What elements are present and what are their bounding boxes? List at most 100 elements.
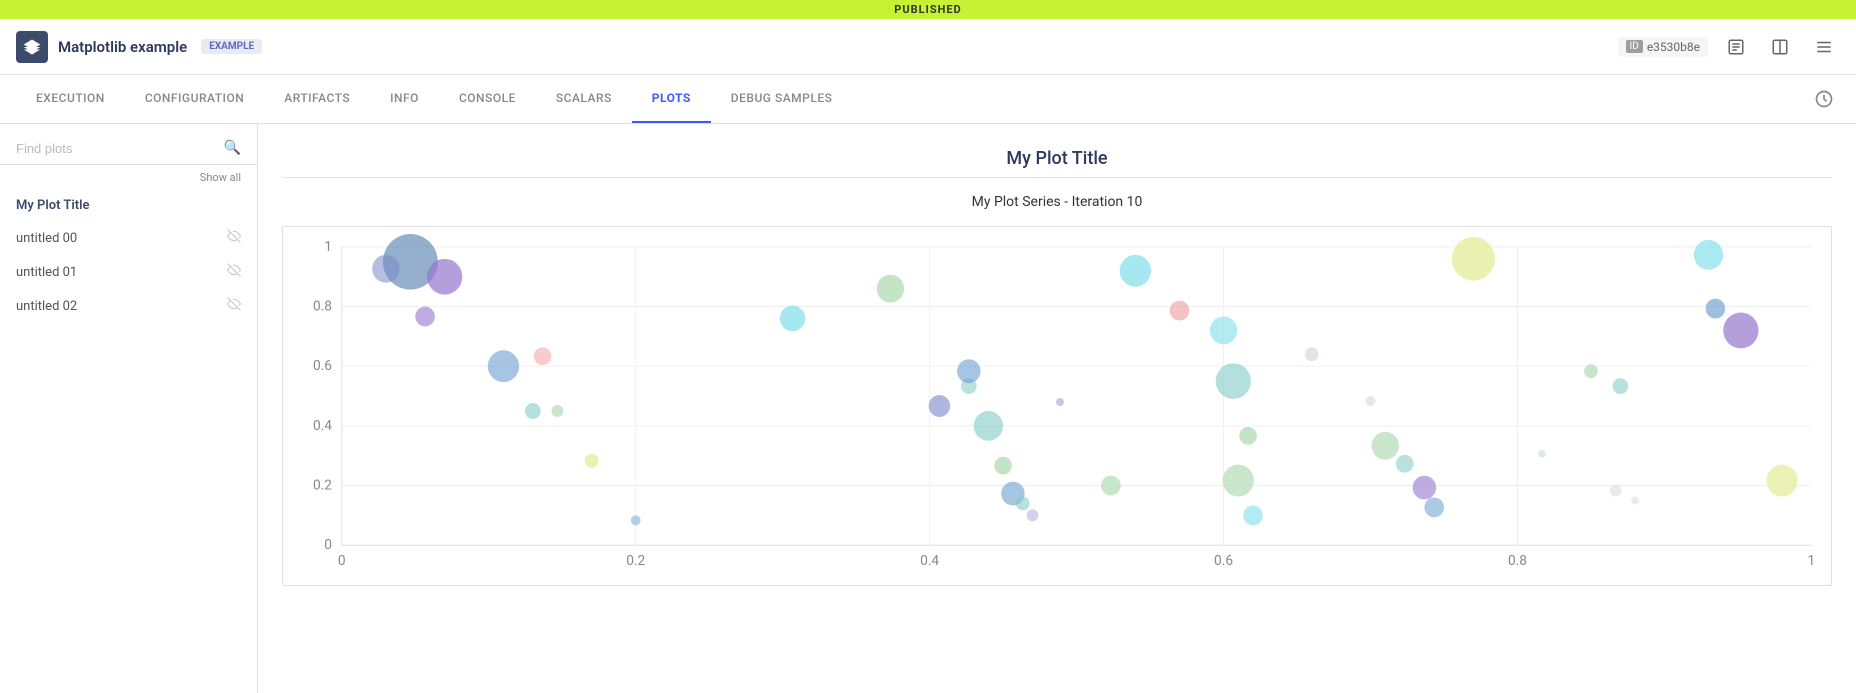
bubble (957, 359, 981, 383)
split-view-icon-button[interactable] (1764, 31, 1796, 63)
sidebar-section-title[interactable]: My Plot Title (0, 190, 257, 221)
bubble (1396, 455, 1414, 473)
tab-scalars[interactable]: SCALARS (536, 75, 632, 123)
bubble (929, 395, 951, 417)
bubble (488, 350, 519, 382)
search-input[interactable] (16, 141, 224, 156)
bubble (427, 259, 462, 295)
chart-grid: 1 0.8 0.6 0.4 0.2 0 0 0.2 0.4 0.6 0.8 1 (313, 239, 1815, 569)
header-right: ID e3530b8e (1618, 31, 1840, 63)
id-badge: ID e3530b8e (1618, 37, 1708, 57)
bubble (1366, 396, 1376, 406)
svg-text:1: 1 (1808, 553, 1816, 569)
svg-text:1: 1 (324, 239, 332, 255)
bubble (372, 255, 399, 283)
bubble (534, 347, 552, 365)
svg-text:0.8: 0.8 (313, 298, 332, 314)
bubble (1101, 476, 1121, 496)
nav-tabs: EXECUTION CONFIGURATION ARTIFACTS INFO C… (0, 75, 1856, 124)
svg-text:0.4: 0.4 (920, 553, 939, 569)
bubble (415, 307, 435, 327)
bubble (631, 515, 641, 525)
sidebar-item-untitled-01[interactable]: untitled 01 (0, 255, 257, 289)
header-logo: Matplotlib example EXAMPLE (16, 31, 262, 63)
sidebar-item-label: untitled 01 (16, 265, 77, 280)
bubble (1584, 364, 1598, 378)
id-label: ID (1626, 40, 1643, 53)
sidebar-item-label: untitled 02 (16, 299, 77, 314)
svg-text:0.2: 0.2 (313, 477, 332, 493)
header: Matplotlib example EXAMPLE ID e3530b8e (0, 19, 1856, 75)
bubble (1452, 237, 1495, 281)
sidebar-item-untitled-00[interactable]: untitled 00 (0, 221, 257, 255)
svg-text:0.6: 0.6 (1214, 553, 1233, 569)
menu-icon-button[interactable] (1808, 31, 1840, 63)
svg-text:0.8: 0.8 (1508, 553, 1527, 569)
bubble (1016, 496, 1030, 510)
search-container: 🔍 (0, 140, 257, 165)
tab-debug-samples[interactable]: DEBUG SAMPLES (711, 75, 853, 123)
bubble (1305, 347, 1319, 361)
bubble (1210, 317, 1237, 345)
tab-configuration[interactable]: CONFIGURATION (125, 75, 264, 123)
bubble (1056, 398, 1064, 406)
nav-right-actions (1808, 75, 1840, 123)
svg-text:0: 0 (324, 537, 332, 553)
bubble (1216, 363, 1251, 399)
bubble (1766, 465, 1797, 497)
refresh-icon-button[interactable] (1808, 83, 1840, 115)
bubble (877, 275, 904, 303)
sidebar: 🔍 Show all My Plot Title untitled 00 unt… (0, 124, 258, 693)
hide-icon-untitled-00[interactable] (227, 229, 241, 247)
bubble (1170, 301, 1190, 321)
bubble (1631, 496, 1639, 504)
bubble (994, 457, 1012, 475)
content-area: My Plot Title My Plot Series - Iteration… (258, 124, 1856, 693)
bubble (1243, 505, 1263, 525)
bubble (1223, 465, 1254, 497)
bubble (1239, 427, 1257, 445)
plot-divider (282, 177, 1832, 178)
bubble (1610, 485, 1622, 497)
bubble (974, 411, 1003, 441)
app-name: Matplotlib example (58, 38, 187, 56)
bubble (780, 306, 805, 332)
bubble (1424, 497, 1444, 517)
svg-text:0.2: 0.2 (626, 553, 645, 569)
search-icon: 🔍 (224, 140, 241, 156)
published-bar: PUBLISHED (0, 0, 1856, 19)
plot-title: My Plot Title (282, 148, 1832, 169)
bubble (1706, 299, 1726, 319)
tab-execution[interactable]: EXECUTION (16, 75, 125, 123)
svg-text:0.6: 0.6 (313, 358, 332, 374)
chart-container: 1 0.8 0.6 0.4 0.2 0 0 0.2 0.4 0.6 0.8 1 (282, 226, 1832, 586)
tab-info[interactable]: INFO (370, 75, 439, 123)
tab-plots[interactable]: PLOTS (632, 75, 711, 123)
show-all-button[interactable]: Show all (0, 165, 257, 190)
sidebar-item-untitled-02[interactable]: untitled 02 (0, 289, 257, 323)
description-icon-button[interactable] (1720, 31, 1752, 63)
example-badge: EXAMPLE (201, 39, 262, 54)
bubble (1538, 450, 1546, 458)
bubble (1694, 240, 1723, 270)
hide-icon-untitled-02[interactable] (227, 297, 241, 315)
bubble (1027, 509, 1039, 521)
bubble (1723, 313, 1758, 349)
plot-series-title: My Plot Series - Iteration 10 (282, 194, 1832, 210)
hide-icon-untitled-01[interactable] (227, 263, 241, 281)
bubble (1413, 476, 1437, 500)
tab-artifacts[interactable]: ARTIFACTS (264, 75, 370, 123)
bubble-chart-svg: 1 0.8 0.6 0.4 0.2 0 0 0.2 0.4 0.6 0.8 1 (283, 227, 1831, 585)
bubble (1613, 378, 1629, 394)
bubble (1371, 432, 1398, 460)
sidebar-item-label: untitled 00 (16, 231, 77, 246)
bubble (525, 403, 541, 419)
bubble (1120, 255, 1151, 287)
app-logo-icon (16, 31, 48, 63)
svg-text:0.4: 0.4 (313, 418, 332, 434)
tab-console[interactable]: CONSOLE (439, 75, 536, 123)
bubble (551, 405, 563, 417)
bubble (585, 454, 599, 468)
id-value: e3530b8e (1647, 40, 1700, 54)
svg-text:0: 0 (338, 553, 346, 569)
